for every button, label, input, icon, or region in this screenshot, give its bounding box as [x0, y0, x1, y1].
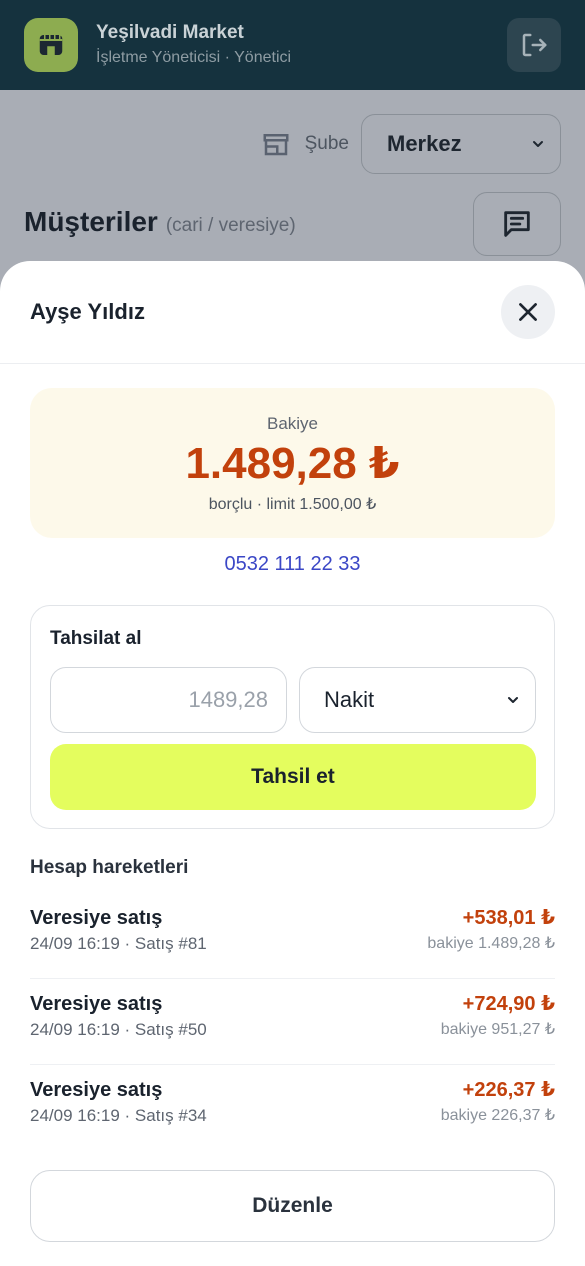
chevron-down-icon — [533, 141, 543, 147]
history-row: Veresiye satış 24/09 16:19 · Satış #81 +… — [30, 893, 555, 979]
balance-label: Bakiye — [266, 414, 319, 433]
collect-title: Tahsilat al — [50, 628, 142, 649]
history-row-amount: +226,37 ₺ — [462, 1079, 555, 1101]
page-title: Müşteriler — [24, 206, 158, 237]
messages-button[interactable] — [473, 192, 561, 256]
history-row-balance: bakiye 1.489,28 ₺ — [427, 935, 555, 952]
customer-name: Ayşe Yıldız — [30, 299, 145, 324]
logout-icon — [522, 33, 547, 57]
app-name: Yeşilvadi Market — [96, 22, 244, 43]
app-role: İşletme Yöneticisi · Yönetici — [96, 49, 292, 66]
balance-note: borçlu · limit 1.500,00 ₺ — [208, 496, 377, 513]
page-subtitle: (cari / veresiye) — [165, 215, 296, 236]
collect-payment-card: Tahsilat al Nakit Tahsil et — [30, 605, 555, 829]
phone-link[interactable]: 0532 111 22 33 — [0, 553, 585, 576]
payment-method-value: Nakit — [324, 687, 375, 712]
branch-select-value: Merkez — [387, 131, 462, 156]
customers-page: Şube Merkez Müşteriler (cari / veresiye) — [0, 90, 585, 290]
history-row-title: Veresiye satış — [30, 907, 163, 929]
history-row-meta: 24/09 16:19 · Satış #50 — [30, 1020, 207, 1039]
history-row-balance: bakiye 226,37 ₺ — [440, 1107, 555, 1124]
chevron-down-icon — [508, 697, 518, 703]
collect-button[interactable]: Tahsil et — [50, 744, 536, 810]
history-row-title: Veresiye satış — [30, 1079, 163, 1101]
amount-input[interactable] — [50, 667, 287, 733]
close-icon — [519, 303, 537, 321]
customer-detail-sheet: Ayşe Yıldız Bakiye 1.489,28 ₺ borçlu · l… — [0, 261, 585, 1266]
branch-select[interactable]: Merkez — [361, 114, 561, 174]
store-icon — [263, 134, 289, 156]
history-row-amount: +538,01 ₺ — [462, 907, 555, 929]
history-list: Veresiye satış 24/09 16:19 · Satış #81 +… — [30, 893, 555, 1151]
branch-label: Şube — [304, 133, 349, 154]
message-icon — [504, 211, 530, 237]
logout-button[interactable] — [507, 18, 561, 72]
history-row: Veresiye satış 24/09 16:19 · Satış #34 +… — [30, 1065, 555, 1151]
store-icon — [24, 18, 78, 72]
page-title-wrap: Müşteriler (cari / veresiye) — [24, 206, 296, 238]
close-button[interactable] — [501, 285, 555, 339]
branch-selector-row: Şube Merkez — [261, 114, 561, 174]
payment-method-select[interactable]: Nakit — [299, 667, 536, 733]
balance-amount: 1.489,28 ₺ — [185, 439, 400, 488]
history-row: Veresiye satış 24/09 16:19 · Satış #50 +… — [30, 979, 555, 1065]
screen: Yeşilvadi Market İşletme Yöneticisi · Yö… — [0, 0, 585, 1266]
app-bar: Yeşilvadi Market İşletme Yöneticisi · Yö… — [0, 0, 585, 90]
balance-card: Bakiye 1.489,28 ₺ borçlu · limit 1.500,0… — [30, 388, 555, 538]
history-row-amount: +724,90 ₺ — [462, 993, 555, 1015]
edit-button[interactable]: Düzenle — [30, 1170, 555, 1242]
history-row-title: Veresiye satış — [30, 993, 163, 1015]
history-row-balance: bakiye 951,27 ₺ — [440, 1021, 555, 1038]
app-meta: Yeşilvadi Market İşletme Yöneticisi · Yö… — [96, 21, 507, 69]
history-row-meta: 24/09 16:19 · Satış #81 — [30, 934, 207, 953]
history-title: Hesap hareketleri — [30, 857, 189, 878]
sheet-header: Ayşe Yıldız — [0, 261, 585, 364]
history-row-meta: 24/09 16:19 · Satış #34 — [30, 1106, 207, 1125]
